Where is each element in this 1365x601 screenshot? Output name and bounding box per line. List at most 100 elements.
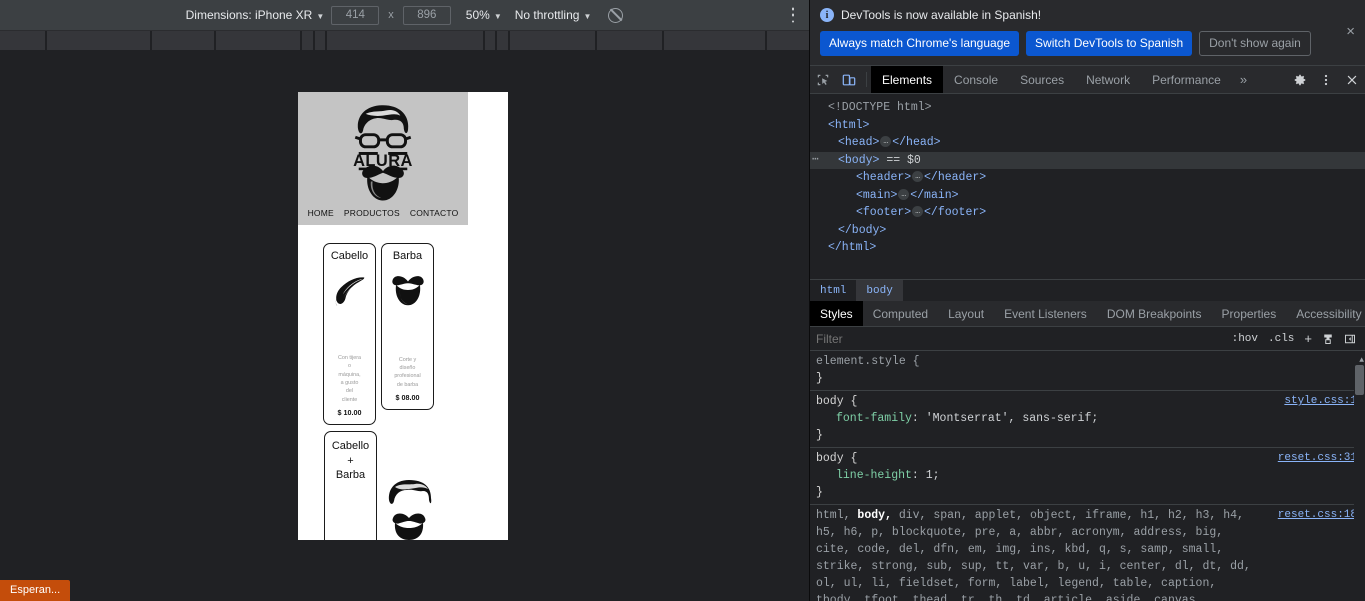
rule-source-link[interactable]: reset.css:31 [1278, 450, 1357, 467]
svg-text:ALURA: ALURA [353, 152, 413, 170]
viewport-height-input[interactable] [402, 5, 451, 25]
selector-prefix: html, [816, 509, 858, 522]
viewport-area: ALURA HOME PRODUCTOS CONTACTO Cabello Co… [0, 53, 809, 601]
declaration-value[interactable]: 'Montserrat', sans-serif; [926, 412, 1099, 425]
close-icon[interactable]: × [1346, 24, 1355, 39]
scrollbar-thumb[interactable] [1355, 365, 1364, 395]
device-preset-dropdown[interactable]: Dimensions: iPhone XR ▼ [186, 8, 325, 22]
search-input[interactable] [816, 331, 1227, 346]
dom-line-head[interactable]: ▶ <head>…</head> [810, 134, 1365, 152]
site-nav: HOME PRODUCTOS CONTACTO [308, 204, 459, 225]
dom-line-footer[interactable]: ▶ <footer>…</footer> [810, 204, 1365, 222]
card-price: $ 08.00 [395, 393, 420, 402]
nav-item-contacto[interactable]: CONTACTO [410, 208, 459, 218]
switch-to-spanish-button[interactable]: Switch DevTools to Spanish [1026, 31, 1193, 56]
viewport-width-input[interactable] [331, 5, 380, 25]
style-rule-body-style-css[interactable]: body { style.css:1 font-family: 'Montser… [810, 391, 1365, 448]
rule-source-link[interactable]: reset.css:18 [1278, 507, 1357, 524]
gear-icon[interactable] [1287, 73, 1313, 87]
declaration-property[interactable]: font-family [816, 412, 912, 425]
no-media-queries-icon[interactable] [608, 7, 624, 23]
styles-scrollbar[interactable]: ▲ [1354, 351, 1365, 601]
collapsed-children-icon[interactable]: … [912, 206, 924, 217]
tab-dom-breakpoints[interactable]: DOM Breakpoints [1097, 301, 1212, 326]
rule-selector: body { [816, 395, 858, 408]
style-rule-element-style[interactable]: element.style { } [810, 351, 1365, 391]
tab-event-listeners[interactable]: Event Listeners [994, 301, 1097, 326]
dom-line-doctype: <!DOCTYPE html> [810, 99, 1365, 117]
close-icon[interactable] [1339, 73, 1365, 87]
media-query-ruler[interactable] [0, 31, 809, 53]
breadcrumb-body[interactable]: body [856, 280, 903, 301]
tab-performance[interactable]: Performance [1141, 66, 1232, 93]
device-toolbar-icon[interactable] [836, 66, 862, 93]
service-card-cabello[interactable]: Cabello Con tijera o máquina, a gusto de… [323, 243, 376, 425]
nav-item-productos[interactable]: PRODUCTOS [344, 208, 400, 218]
media-query-tick [313, 31, 315, 53]
hov-toggle[interactable]: :hov [1227, 333, 1263, 345]
zoom-level-label: 50% [465, 8, 490, 22]
dom-line-header[interactable]: ▶ <header>…</header> [810, 169, 1365, 187]
tab-console[interactable]: Console [943, 66, 1009, 93]
style-rule-body-reset-css[interactable]: body { reset.css:31 line-height: 1; } [810, 448, 1365, 505]
service-cards-row: Cabello Con tijera o máquina, a gusto de… [298, 225, 508, 425]
zoom-dropdown[interactable]: 50% ▼ [466, 8, 502, 22]
declaration[interactable]: line-height: 1; [816, 467, 1359, 484]
dom-line-html-open[interactable]: <html> [810, 117, 1365, 135]
dom-line-body-open[interactable]: ⋯ ▼ <body> == $0 [810, 151, 1365, 170]
dont-show-again-button[interactable]: Don't show again [1199, 31, 1311, 56]
tab-network[interactable]: Network [1075, 66, 1141, 93]
tab-elements[interactable]: Elements [871, 66, 944, 93]
tab-styles[interactable]: Styles [810, 301, 863, 326]
dom-line-main[interactable]: ▶ <main>…</main> [810, 187, 1365, 205]
inspect-element-icon[interactable] [810, 66, 836, 93]
tab-accessibility[interactable]: Accessibility [1286, 301, 1365, 326]
collapsed-children-icon[interactable]: … [898, 188, 910, 200]
nav-item-home[interactable]: HOME [308, 208, 334, 218]
alura-barber-logo: ALURA [353, 105, 413, 201]
rule-close-brace: } [816, 429, 823, 442]
more-tabs-icon[interactable]: » [1232, 66, 1255, 93]
rule-close-brace: } [816, 372, 823, 385]
style-rule-universal-reset[interactable]: reset.css:18 html, body, div, span, appl… [810, 505, 1365, 601]
doctype-text: <!DOCTYPE html> [828, 101, 932, 114]
throttling-dropdown[interactable]: No throttling ▼ [515, 8, 592, 22]
devtools-window: Dimensions: iPhone XR ▼ x 50% ▼ No throt… [0, 0, 1365, 601]
media-query-tick [300, 31, 302, 53]
style-rules-list[interactable]: element.style { } body { style.css:1 fon… [810, 351, 1365, 601]
cls-toggle[interactable]: .cls [1263, 333, 1299, 345]
tab-computed[interactable]: Computed [863, 301, 938, 326]
declaration-property[interactable]: line-height [816, 469, 912, 482]
always-match-language-button[interactable]: Always match Chrome's language [820, 31, 1020, 56]
collapsed-children-icon[interactable]: … [880, 136, 892, 147]
card-title: Barba [392, 250, 423, 262]
tab-sources[interactable]: Sources [1009, 66, 1075, 93]
device-preset-label: Dimensions: iPhone XR [185, 8, 313, 22]
rule-source-link[interactable]: style.css:1 [1284, 393, 1357, 410]
declaration-value[interactable]: 1; [926, 469, 940, 482]
media-query-tick [483, 31, 485, 53]
breadcrumb-html[interactable]: html [810, 280, 856, 301]
kebab-menu-icon[interactable] [1313, 73, 1339, 87]
service-card-cabello-barba[interactable]: Cabello + Barba [324, 431, 377, 540]
card-title-line2: + [347, 454, 354, 467]
plus-icon[interactable]: + [1299, 331, 1317, 346]
kebab-menu-icon[interactable] [786, 7, 800, 23]
dom-tree[interactable]: <!DOCTYPE html> <html> ▶ <head>…</head> … [810, 94, 1365, 279]
new-style-rule-icon[interactable] [1317, 333, 1339, 345]
header-open-tag: <header> [856, 171, 912, 184]
card-description: Con tijera o máquina, a gusto del client… [337, 354, 362, 403]
node-menu-icon[interactable]: ⋯ [812, 152, 819, 170]
declaration[interactable]: font-family: 'Montserrat', sans-serif; [816, 410, 1359, 427]
body-close-tag: </body> [838, 223, 887, 237]
tab-properties[interactable]: Properties [1212, 301, 1287, 326]
selector-rest: div, span, applet, object, iframe, h1, h… [816, 509, 1251, 601]
language-notice-banner: i DevTools is now available in Spanish! … [810, 0, 1365, 66]
tab-layout[interactable]: Layout [938, 301, 994, 326]
collapsed-children-icon[interactable]: … [912, 171, 924, 182]
styles-sidebar-tabs: Styles Computed Layout Event Listeners D… [810, 301, 1365, 327]
devtools-panel: i DevTools is now available in Spanish! … [810, 0, 1365, 601]
chevron-down-icon: ▼ [493, 11, 502, 21]
service-card-barba[interactable]: Barba Corte y diseño profesional de barb… [381, 243, 434, 410]
toggle-sidebar-icon[interactable] [1339, 333, 1361, 345]
